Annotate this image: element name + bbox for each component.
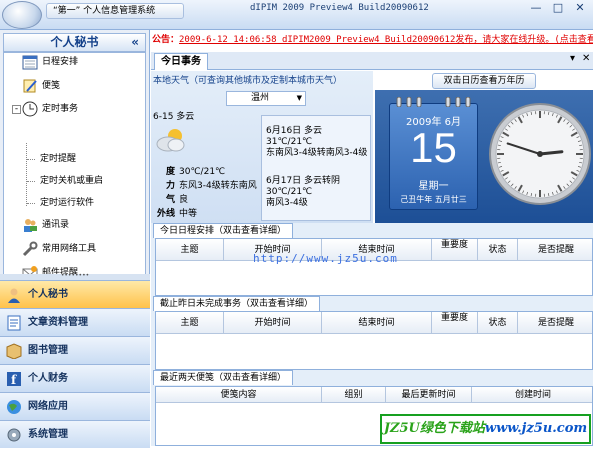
col-group[interactable]: 组别 — [322, 387, 386, 403]
tree-item-net-tools[interactable]: 常用网络工具 — [22, 240, 96, 258]
today-schedule-grid[interactable]: 主题 开始时间 结束时间 重要度 状态 是否提醒 — [155, 238, 593, 296]
tab-close-button[interactable]: ✕ — [582, 53, 590, 64]
tools-icon — [22, 241, 38, 257]
article-icon — [6, 315, 22, 331]
calendar-lunar-date: 己丑牛年 五月廿三 — [390, 194, 477, 205]
tree-item-contacts[interactable]: 通讯录 — [22, 216, 69, 234]
close-button[interactable]: ✕ — [571, 2, 589, 16]
col-end-time[interactable]: 结束时间 — [322, 312, 432, 334]
calendar-weekday: 星期一 — [390, 177, 477, 192]
col-start-time[interactable]: 开始时间 — [224, 312, 322, 334]
weather-row-temp: 度30℃/21℃ — [151, 164, 225, 177]
watermark-url: http://www.jz5u.com — [253, 252, 398, 265]
weather-row-uv: 外线中等 — [151, 206, 197, 219]
minimize-button[interactable]: — — [527, 2, 545, 16]
app-orb-button[interactable] — [2, 1, 42, 29]
calendar-rings — [389, 97, 478, 107]
nav-button-secretary[interactable]: 个人秘书 — [0, 280, 150, 308]
nav-button-system[interactable]: 系统管理 — [0, 420, 150, 448]
grid-header: 主题 开始时间 结束时间 重要度 状态 是否提醒 — [156, 312, 592, 334]
city-select[interactable]: 温州 ▼ — [226, 91, 306, 106]
announcement-label: 公告： — [151, 35, 179, 45]
clock-icon — [22, 101, 38, 117]
weather-title[interactable]: 本地天气（可查询其他城市及定制本城市天气） — [153, 73, 342, 86]
tab-list-button[interactable]: ▾ — [570, 53, 575, 64]
settings-icon — [6, 427, 22, 443]
tab-today-affairs[interactable]: 今日事务 — [154, 53, 208, 70]
unfinished-grid[interactable]: 主题 开始时间 结束时间 重要度 状态 是否提醒 — [155, 311, 593, 370]
city-select-value: 温州 — [251, 93, 269, 103]
maximize-button[interactable]: □ — [549, 2, 567, 16]
col-importance[interactable]: 重要度 — [432, 312, 478, 334]
finance-icon: f — [6, 371, 22, 387]
col-reminder[interactable]: 是否提醒 — [518, 239, 593, 261]
weather-panel: 本地天气（可查询其他城市及定制本城市天气） 温州 ▼ 6-15 多云 度30℃/… — [151, 71, 373, 223]
recent-notes-title[interactable]: 最近两天便笺（双击查看详细） — [153, 370, 293, 385]
tree-connector — [27, 159, 35, 160]
col-created[interactable]: 创建时间 — [472, 387, 593, 403]
sidebar: 个人秘书 « 日程安排 便笺 - 定时事务 定时提醒 定时关机或重启 定时运行软… — [0, 30, 150, 446]
chevron-down-icon: ▼ — [297, 92, 302, 105]
tree-connector — [27, 181, 35, 182]
calendar-icon — [22, 54, 38, 70]
nav-button-books[interactable]: 图书管理 — [0, 336, 150, 364]
svg-text:f: f — [11, 373, 17, 387]
secretary-tree: 日程安排 便笺 - 定时事务 定时提醒 定时关机或重启 定时运行软件 通讯录 常… — [3, 52, 146, 298]
nav-button-finance[interactable]: f 个人财务 — [0, 364, 150, 392]
forecast-day-1: 6月16日 多云 31℃/21℃ 东南风3-4级转南风3-4级 — [266, 126, 367, 159]
jz5u-watermark-badge: JZ5U绿色下载站www.jz5u.com — [380, 414, 591, 444]
calendar-day: 15 — [390, 124, 477, 172]
col-reminder[interactable]: 是否提醒 — [518, 312, 593, 334]
announcement-bar: 公告：2009-6-12 14:06:58 dIPIM2009 Preview4… — [151, 30, 593, 50]
sidebar-title: 个人秘书 — [50, 35, 98, 49]
tree-connector — [27, 203, 35, 204]
col-subject[interactable]: 主题 — [156, 312, 224, 334]
weather-row-air: 气良 — [151, 192, 188, 205]
nav-button-network[interactable]: 网络应用 — [0, 392, 150, 420]
sidebar-header: 个人秘书 « — [3, 33, 146, 52]
sidebar-collapse-button[interactable]: « — [131, 34, 139, 51]
unfinished-section: 截止昨日未完成事务（双击查看详细） 主题 开始时间 结束时间 重要度 状态 是否… — [151, 296, 593, 370]
col-status[interactable]: 状态 — [478, 312, 518, 334]
col-importance[interactable]: 重要度 — [432, 239, 478, 261]
tree-connector — [26, 143, 27, 206]
quick-access-title: “第一” 个人信息管理系统 — [46, 3, 184, 19]
tree-item-timed-shutdown[interactable]: 定时关机或重启 — [40, 172, 103, 190]
note-icon — [22, 78, 38, 94]
col-last-updated[interactable]: 最后更新时间 — [386, 387, 472, 403]
contacts-icon — [22, 217, 38, 233]
tree-item-schedule[interactable]: 日程安排 — [22, 53, 78, 71]
tree-item-timed-tasks[interactable]: 定时事务 — [22, 100, 78, 118]
weather-today: 6-15 多云 — [153, 109, 194, 122]
tree-item-timed-run[interactable]: 定时运行软件 — [40, 194, 94, 212]
weather-row-wind: 力东风3-4级转东南风 — [151, 178, 257, 191]
tree-expander[interactable]: - — [12, 105, 21, 114]
tree-item-timed-reminder[interactable]: 定时提醒 — [40, 150, 76, 168]
weather-forecast: 6月16日 多云 31℃/21℃ 东南风3-4级转南风3-4级 6月17日 多云… — [261, 115, 371, 221]
announcement-link[interactable]: 2009-6-12 14:06:58 dIPIM2009 Preview4 Bu… — [179, 35, 593, 45]
tab-bar: 今日事务 ▾ ✕ — [151, 52, 593, 70]
unfinished-title[interactable]: 截止昨日未完成事务（双击查看详细） — [153, 296, 320, 311]
nav-button-articles[interactable]: 文章资料管理 — [0, 308, 150, 336]
forecast-day-2: 6月17日 多云转阴 30℃/21℃ 南风3-4级 — [266, 176, 340, 209]
window-title: dIPIM 2009 Preview4 Build20090612 — [250, 3, 429, 13]
today-schedule-title[interactable]: 今日日程安排（双击查看详细） — [153, 223, 293, 238]
col-note-content[interactable]: 便笺内容 — [156, 387, 322, 403]
desk-calendar[interactable]: 2009年 6月 15 星期一 己丑牛年 五月廿三 — [389, 103, 478, 210]
analog-clock — [487, 101, 593, 207]
tree-item-notes[interactable]: 便笺 — [22, 77, 60, 95]
calendar-header-button[interactable]: 双击日历查看万年历 — [432, 73, 536, 89]
title-bar: “第一” 个人信息管理系统 dIPIM 2009 Preview4 Build2… — [0, 0, 593, 30]
secretary-icon — [6, 287, 22, 303]
book-icon — [6, 343, 22, 359]
col-status[interactable]: 状态 — [478, 239, 518, 261]
globe-icon — [6, 399, 22, 415]
col-subject[interactable]: 主题 — [156, 239, 224, 261]
cloudy-icon — [155, 127, 187, 153]
grid-header: 便笺内容 组别 最后更新时间 创建时间 — [156, 387, 592, 403]
